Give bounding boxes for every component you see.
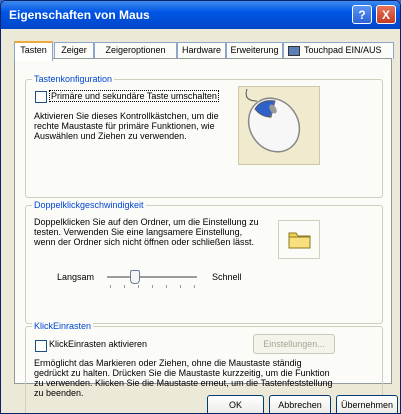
tab-hardware[interactable]: Hardware: [177, 42, 226, 59]
group-doppelklick: Doppelklickgeschwindigkeit Doppelklicken…: [25, 200, 383, 324]
slider-tick: [166, 285, 167, 288]
window-title: Eigenschaften von Maus: [9, 8, 150, 22]
clicklock-checkbox[interactable]: [35, 340, 47, 352]
clicklock-label[interactable]: KlickEinrasten aktivieren: [49, 339, 147, 349]
group-legend-doppelklick: Doppelklickgeschwindigkeit: [32, 200, 146, 210]
tab-touchpad[interactable]: Touchpad EIN/AUS: [283, 42, 394, 59]
folder-icon[interactable]: [279, 221, 319, 258]
speed-slider-thumb[interactable]: [130, 270, 140, 284]
slider-tick: [180, 285, 181, 288]
slider-tick: [124, 285, 125, 288]
tab-touchpad-label: Touchpad EIN/AUS: [304, 45, 382, 55]
group-legend-klickeinrasten: KlickEinrasten: [32, 321, 94, 331]
tab-tasten[interactable]: Tasten: [14, 41, 53, 61]
speed-slider-track[interactable]: [107, 276, 197, 279]
slider-fast-label: Schnell: [212, 272, 242, 282]
tab-zeigeroptionen[interactable]: Zeigeroptionen: [94, 42, 177, 59]
slider-tick: [110, 285, 111, 288]
slider-slow-label: Langsam: [57, 272, 95, 282]
clicklock-settings-button[interactable]: Einstellungen...: [253, 334, 335, 354]
mouse-illustration: [238, 86, 320, 165]
touchpad-icon: [288, 45, 300, 56]
title-bar[interactable]: Eigenschaften von Maus ? X: [1, 1, 400, 29]
doubleclick-description: Doppelklicken Sie auf den Ordner, um die…: [34, 217, 259, 247]
tab-panel-tasten: Tastenkonfiguration Primäre und sekundär…: [14, 58, 392, 413]
help-button[interactable]: ?: [352, 5, 372, 24]
cancel-button[interactable]: Abbrechen: [269, 395, 331, 413]
slider-tick: [138, 285, 139, 288]
swap-buttons-checkbox[interactable]: [35, 91, 47, 103]
mouse-properties-dialog: Eigenschaften von Maus ? X Tasten Zeiger…: [0, 0, 401, 414]
swap-buttons-description: Aktivieren Sie dieses Kontrollkästchen, …: [34, 111, 219, 141]
swap-buttons-label[interactable]: Primäre und sekundäre Taste umschalten: [49, 90, 219, 102]
clicklock-description: Ermöglicht das Markieren oder Ziehen, oh…: [34, 358, 333, 398]
tab-erweiterung[interactable]: Erweiterung: [226, 42, 283, 59]
group-legend-tastenkonfiguration: Tastenkonfiguration: [32, 74, 115, 84]
slider-tick: [152, 285, 153, 288]
tab-zeiger[interactable]: Zeiger: [54, 42, 94, 59]
slider-tick: [194, 285, 195, 288]
ok-button[interactable]: OK: [207, 395, 264, 413]
test-folder-area[interactable]: [278, 220, 320, 259]
close-button[interactable]: X: [376, 5, 396, 24]
group-tastenkonfiguration: Tastenkonfiguration Primäre und sekundär…: [25, 74, 383, 198]
apply-button[interactable]: Übernehmen: [336, 395, 398, 413]
